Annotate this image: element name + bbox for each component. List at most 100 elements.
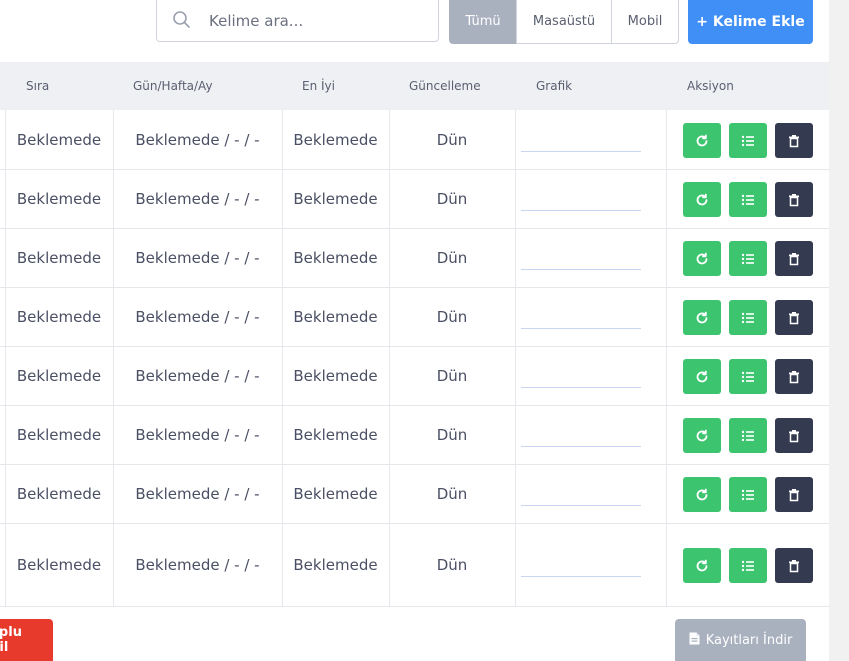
graph-sparkline [521,151,641,152]
table-row: Beklemede Beklemede / - / - Beklemede Dü… [0,346,829,406]
trash-icon [789,370,799,383]
details-button[interactable] [729,548,767,583]
period-cell: Beklemede / - / - [135,555,260,574]
graph-sparkline [521,576,641,577]
details-button[interactable] [729,182,767,217]
trash-icon [789,193,799,206]
trash-icon [789,252,799,265]
details-button[interactable] [729,418,767,453]
updated-cell: Dün [436,555,468,574]
refresh-button[interactable] [683,418,721,453]
details-button[interactable] [729,300,767,335]
refresh-button[interactable] [683,123,721,158]
rank-cell: Beklemede [16,307,102,326]
delete-button[interactable] [775,241,813,276]
rank-cell: Beklemede [16,484,102,503]
graph-sparkline [521,210,641,211]
best-cell: Beklemede [293,248,378,267]
updated-cell: Dün [436,307,468,326]
table-row: Beklemede Beklemede / - / - Beklemede Dü… [0,287,829,347]
details-button[interactable] [729,477,767,512]
best-cell: Beklemede [293,307,378,326]
trash-icon [789,488,799,501]
graph-sparkline [521,505,641,506]
delete-button[interactable] [775,418,813,453]
refresh-icon [696,134,708,146]
rank-cell: Beklemede [16,425,102,444]
period-cell: Beklemede / - / - [135,366,260,385]
column-header-best: En İyi [302,79,335,93]
list-icon [741,371,754,382]
refresh-icon [696,311,708,323]
updated-cell: Dün [436,484,468,503]
best-cell: Beklemede [293,555,378,574]
column-header-graph: Grafik [536,79,573,93]
trash-icon [789,429,799,442]
search-icon [172,10,192,30]
search-input[interactable] [207,0,431,42]
file-icon [689,632,700,649]
refresh-button[interactable] [683,477,721,512]
column-header-period: Gün/Hafta/Ay [133,79,213,93]
page-scrollbar[interactable] [829,0,849,661]
period-cell: Beklemede / - / - [135,425,260,444]
delete-button[interactable] [775,477,813,512]
trash-icon [789,311,799,324]
table-row: Beklemede Beklemede / - / - Beklemede Dü… [0,110,829,170]
rank-cell: Beklemede [16,555,102,574]
download-label: Kayıtları İndir [705,632,793,648]
delete-button[interactable] [775,548,813,583]
bulk-delete-button[interactable]: oplu Sil [0,619,53,661]
delete-button[interactable] [775,123,813,158]
trash-icon [789,134,799,147]
updated-cell: Dün [436,189,468,208]
refresh-icon [696,370,708,382]
column-header-updated: Güncelleme [409,79,481,93]
delete-button[interactable] [775,182,813,217]
graph-sparkline [521,387,641,388]
best-cell: Beklemede [293,130,378,149]
table-header: Sıra Gün/Hafta/Ay En İyi Güncelleme Graf… [0,62,829,110]
table-row: Beklemede Beklemede / - / - Beklemede Dü… [0,523,829,607]
graph-sparkline [521,328,641,329]
rank-cell: Beklemede [16,130,102,149]
rank-cell: Beklemede [16,189,102,208]
refresh-button[interactable] [683,548,721,583]
refresh-button[interactable] [683,182,721,217]
table-row: Beklemede Beklemede / - / - Beklemede Dü… [0,169,829,229]
refresh-icon [696,429,708,441]
filter-desktop-button[interactable]: Masaüstü [516,0,612,44]
list-icon [741,135,754,146]
rank-cell: Beklemede [16,248,102,267]
list-icon [741,312,754,323]
refresh-button[interactable] [683,359,721,394]
refresh-icon [696,488,708,500]
delete-button[interactable] [775,300,813,335]
filter-mobile-button[interactable]: Mobil [611,0,679,44]
graph-sparkline [521,446,641,447]
updated-cell: Dün [436,130,468,149]
details-button[interactable] [729,241,767,276]
add-keyword-button[interactable]: + Kelime Ekle [688,0,813,44]
download-records-button[interactable]: Kayıtları İndir [675,619,806,661]
list-icon [741,194,754,205]
rank-cell: Beklemede [16,366,102,385]
details-button[interactable] [729,359,767,394]
graph-sparkline [521,269,641,270]
list-icon [741,253,754,264]
best-cell: Beklemede [293,189,378,208]
filter-all-button[interactable]: Tümü [449,0,517,44]
delete-button[interactable] [775,359,813,394]
refresh-icon [696,252,708,264]
search-box[interactable] [156,0,439,42]
period-cell: Beklemede / - / - [135,307,260,326]
table-row: Beklemede Beklemede / - / - Beklemede Dü… [0,228,829,288]
refresh-button[interactable] [683,241,721,276]
updated-cell: Dün [436,425,468,444]
table-row: Beklemede Beklemede / - / - Beklemede Dü… [0,464,829,524]
period-cell: Beklemede / - / - [135,484,260,503]
period-cell: Beklemede / - / - [135,130,260,149]
details-button[interactable] [729,123,767,158]
refresh-icon [696,193,708,205]
refresh-button[interactable] [683,300,721,335]
